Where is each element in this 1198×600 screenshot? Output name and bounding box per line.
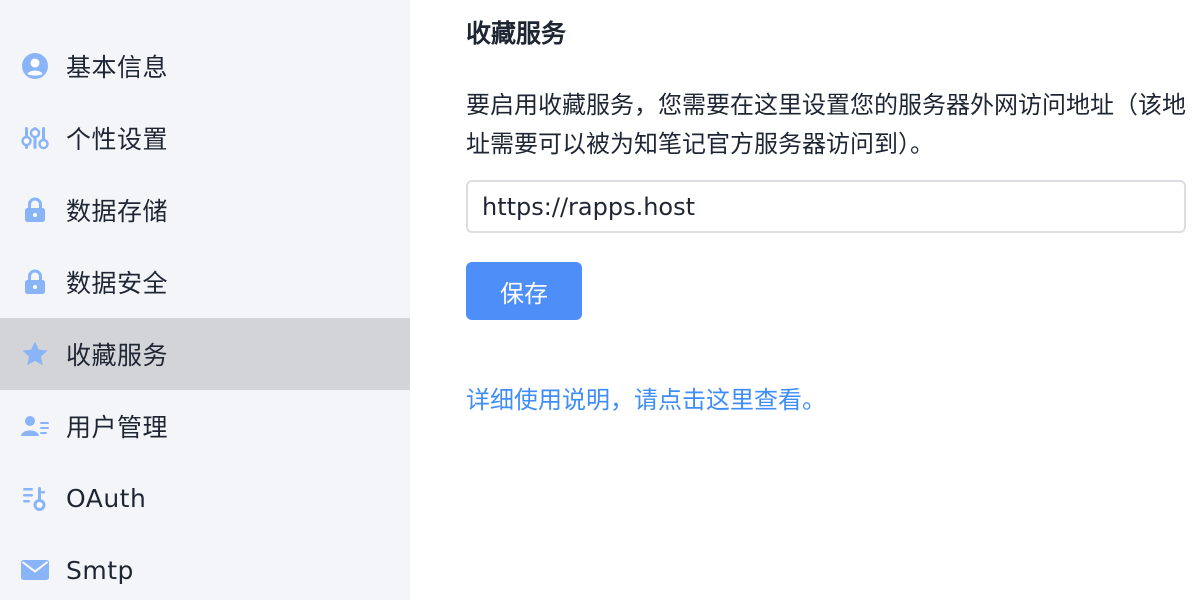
sidebar: 基本信息 个性设置 数据存储 数据安全 收藏服务 用户管理 OAuth Smtp — [0, 0, 410, 600]
user-circle-icon — [20, 51, 50, 81]
sidebar-item-label: 基本信息 — [66, 53, 169, 82]
sidebar-item-smtp[interactable]: Smtp — [0, 534, 410, 600]
sidebar-item-data-storage[interactable]: 数据存储 — [0, 174, 410, 246]
sidebar-item-personalization[interactable]: 个性设置 — [0, 102, 410, 174]
server-url-input[interactable] — [466, 180, 1186, 233]
sidebar-item-basic-info[interactable]: 基本信息 — [0, 30, 410, 102]
star-icon — [20, 339, 50, 369]
sidebar-item-label: 数据安全 — [66, 269, 169, 298]
page-title: 收藏服务 — [466, 19, 567, 48]
sliders-icon — [20, 123, 50, 153]
description-text: 要启用收藏服务，您需要在这里设置您的服务器外网访问地址（该地址需要可以被为知笔记… — [466, 91, 1186, 158]
sidebar-item-label: 用户管理 — [66, 413, 169, 442]
sidebar-item-user-management[interactable]: 用户管理 — [0, 390, 410, 462]
lock-icon — [20, 267, 50, 297]
key-list-icon — [20, 483, 50, 513]
save-button[interactable]: 保存 — [466, 262, 582, 320]
main-content: 收藏服务 要启用收藏服务，您需要在这里设置您的服务器外网访问地址（该地址需要可以… — [410, 0, 1198, 600]
mail-icon — [20, 555, 50, 585]
sidebar-item-label: Smtp — [66, 555, 134, 585]
sidebar-item-data-security[interactable]: 数据安全 — [0, 246, 410, 318]
settings-window: 基本信息 个性设置 数据存储 数据安全 收藏服务 用户管理 OAuth Smtp… — [0, 0, 1198, 600]
sidebar-item-collect-service[interactable]: 收藏服务 — [0, 318, 410, 390]
help-link[interactable]: 详细使用说明，请点击这里查看。 — [466, 380, 826, 415]
sidebar-item-label: 收藏服务 — [66, 341, 169, 370]
sidebar-item-label: 数据存储 — [66, 197, 169, 226]
sidebar-item-oauth[interactable]: OAuth — [0, 462, 410, 534]
lock-icon — [20, 195, 50, 225]
user-list-icon — [20, 411, 50, 441]
sidebar-item-label: 个性设置 — [66, 125, 169, 154]
sidebar-item-label: OAuth — [66, 483, 147, 513]
